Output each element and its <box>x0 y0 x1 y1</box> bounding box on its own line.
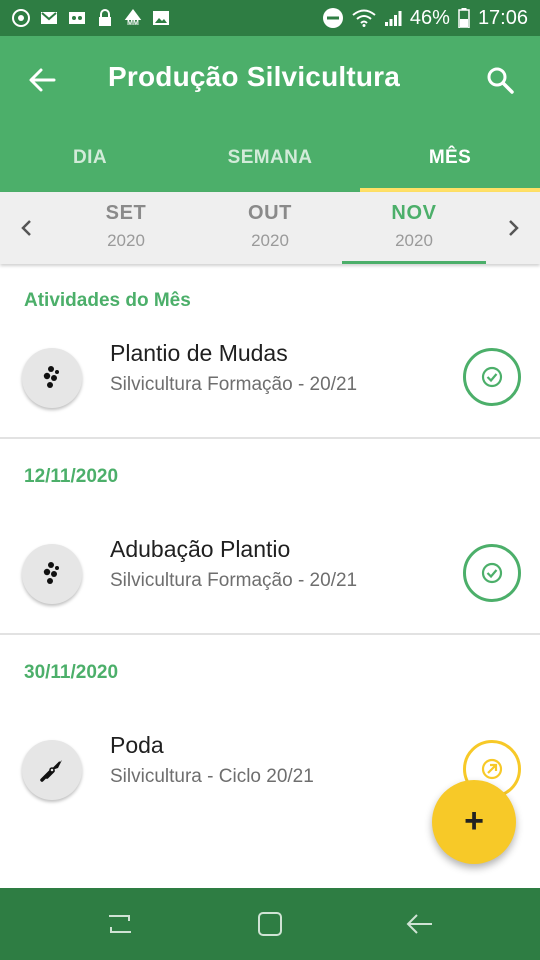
tab-mes[interactable]: MÊS <box>360 124 540 192</box>
month-label: NOV <box>391 202 437 224</box>
arrow-up-right-icon <box>481 758 503 780</box>
section-title: 12/11/2020 <box>24 466 119 487</box>
plus-icon: + <box>464 802 484 840</box>
list-item[interactable]: Plantio de Mudas Silvicultura Formação -… <box>0 328 540 438</box>
tab-dia[interactable]: DIA <box>0 124 180 192</box>
month-year: 2020 <box>251 231 289 250</box>
mm-icon: MM <box>124 9 142 27</box>
home-icon <box>258 912 282 936</box>
system-nav-bar <box>0 888 540 960</box>
pruning-shears-icon <box>40 760 62 782</box>
page-title: Produção Silvicultura <box>108 61 401 92</box>
activity-avatar <box>22 544 82 604</box>
chrome-icon <box>12 9 30 27</box>
divider <box>0 633 540 635</box>
status-icons-left: MM <box>12 9 170 27</box>
month-year: 2020 <box>107 231 145 250</box>
chevron-right-icon <box>509 220 519 236</box>
previous-month-button[interactable] <box>8 208 44 248</box>
recent-apps-button[interactable] <box>100 906 140 942</box>
month-selector: SET 2020 OUT 2020 NOV 2020 <box>0 192 540 264</box>
battery-percent: 46% <box>409 6 450 29</box>
gmail-icon <box>40 9 58 27</box>
wifi-icon <box>352 9 376 27</box>
check-circle-icon <box>481 562 503 584</box>
system-back-button[interactable] <box>400 906 440 942</box>
check-circle-icon <box>481 366 503 388</box>
activity-avatar <box>22 740 82 800</box>
status-done-button[interactable] <box>463 348 521 406</box>
clock: 17:06 <box>477 6 528 29</box>
tab-semana[interactable]: SEMANA <box>180 124 360 192</box>
month-label: OUT <box>247 202 293 224</box>
activity-name: Plantio de Mudas <box>110 340 288 366</box>
activity-subtitle: Silvicultura Formação - 20/21 <box>110 570 358 591</box>
month-set[interactable]: SET 2020 <box>54 192 198 264</box>
status-icons-right: 46% 17:06 <box>322 7 528 30</box>
month-label: SET <box>105 202 147 224</box>
month-nov[interactable]: NOV 2020 <box>342 192 486 264</box>
status-done-button[interactable] <box>463 544 521 602</box>
chevron-left-icon <box>21 220 31 236</box>
activity-subtitle: Silvicultura - Ciclo 20/21 <box>110 766 314 787</box>
seeds-icon <box>43 366 59 388</box>
period-tabs: DIA SEMANA MÊS <box>0 124 540 192</box>
image-icon <box>152 9 170 27</box>
activity-avatar <box>22 348 82 408</box>
recent-apps-icon <box>109 915 131 933</box>
lock-icon <box>96 9 114 27</box>
add-activity-button[interactable]: + <box>432 780 516 864</box>
section-title: 30/11/2020 <box>24 662 119 683</box>
signal-icon <box>384 9 402 27</box>
back-button[interactable] <box>24 62 60 98</box>
next-month-button[interactable] <box>496 208 532 248</box>
divider <box>0 437 540 439</box>
voicemail-icon <box>68 9 86 27</box>
battery-icon <box>458 8 470 28</box>
search-button[interactable] <box>482 62 518 98</box>
month-out[interactable]: OUT 2020 <box>198 192 342 264</box>
system-back-icon <box>406 914 432 934</box>
app-bar: Produção Silvicultura DIA SEMANA MÊS <box>0 36 540 192</box>
section-title: Atividades do Mês <box>24 290 191 311</box>
activity-name: Poda <box>110 732 164 758</box>
month-year: 2020 <box>395 231 433 250</box>
home-button[interactable] <box>250 906 290 942</box>
status-bar: MM 46% 17:06 <box>0 0 540 36</box>
activity-name: Adubação Plantio <box>110 536 291 562</box>
search-icon <box>487 67 514 94</box>
list-item[interactable]: Adubação Plantio Silvicultura Formação -… <box>0 524 540 634</box>
seeds-icon <box>43 562 59 584</box>
do-not-disturb-icon <box>322 7 344 29</box>
activity-subtitle: Silvicultura Formação - 20/21 <box>110 374 358 395</box>
arrow-back-icon <box>29 68 56 92</box>
